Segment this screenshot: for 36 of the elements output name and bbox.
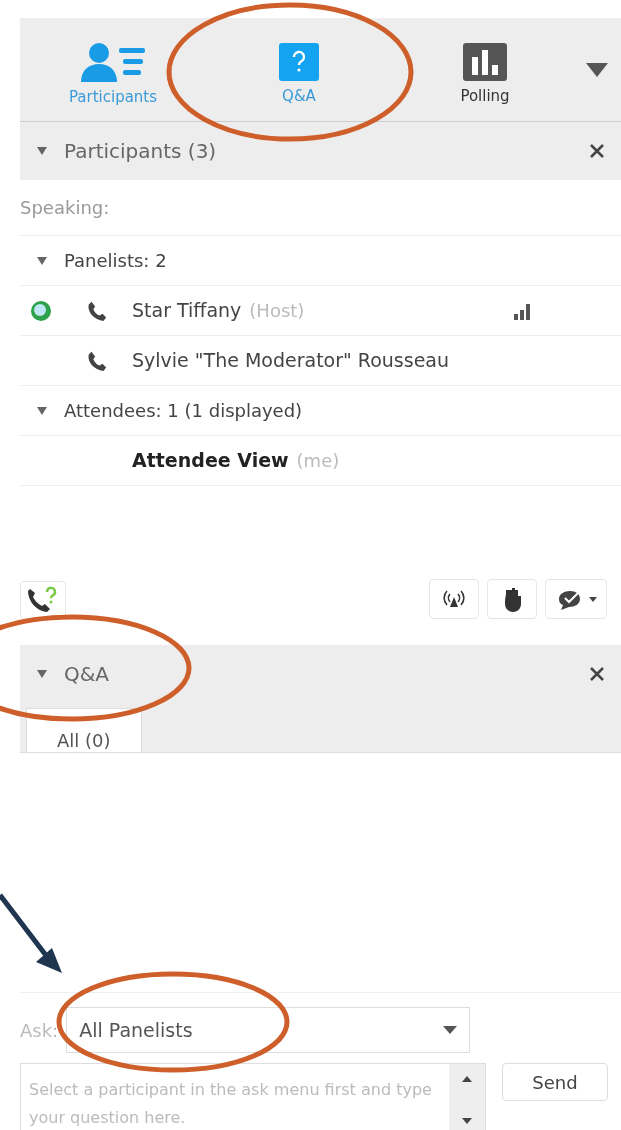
question-icon — [279, 43, 319, 82]
ask-dropdown[interactable]: All Panelists — [66, 1007, 471, 1053]
participant-row[interactable]: Star Tiffany (Host) — [20, 286, 621, 336]
speaking-label: Speaking: — [20, 196, 110, 220]
group-label: Attendees: 1 (1 displayed) — [64, 399, 303, 423]
participant-row[interactable]: Attendee View (me) — [20, 436, 621, 486]
toolbar-tab[interactable]: Polling — [392, 31, 578, 108]
collapse-arrow-icon[interactable] — [36, 669, 48, 679]
close-icon[interactable] — [589, 666, 605, 682]
collapse-arrow-icon[interactable] — [36, 255, 48, 266]
close-icon[interactable] — [589, 143, 605, 159]
participant-role: (me) — [296, 449, 340, 473]
ask-label: Ask: — [20, 1018, 59, 1043]
call-question-button[interactable] — [20, 581, 66, 619]
panel-title: Participants (3) — [64, 138, 218, 165]
person-list-icon — [79, 42, 147, 83]
dropdown-arrow-icon[interactable] — [585, 61, 609, 78]
feedback-menu-button[interactable] — [545, 579, 607, 619]
question-field[interactable]: Select a participant in the ask menu first and type your question here. — [20, 1063, 486, 1130]
bar-chart-icon — [463, 43, 507, 82]
participant-row[interactable]: Sylvie "The Moderator" Rousseau — [20, 336, 621, 386]
caret-icon — [443, 1026, 458, 1034]
group-label: Panelists: 2 — [64, 249, 167, 273]
raise-hand-button[interactable] — [487, 579, 537, 619]
participant-role: (Host) — [249, 299, 305, 323]
scroll-up-icon[interactable] — [462, 1076, 472, 1082]
participant-name: Star Tiffany — [132, 298, 242, 324]
broadcast-button[interactable] — [429, 579, 479, 619]
send-button[interactable]: Send — [502, 1063, 608, 1101]
collapse-arrow-icon[interactable] — [36, 405, 48, 416]
caret-icon — [589, 596, 597, 602]
panel-title: Q&A — [64, 661, 111, 688]
collapse-arrow-icon[interactable] — [36, 146, 48, 156]
participant-name: Sylvie "The Moderator" Rousseau — [132, 348, 450, 374]
participant-name: Attendee View — [132, 448, 289, 474]
scroll-down-icon[interactable] — [462, 1118, 472, 1124]
